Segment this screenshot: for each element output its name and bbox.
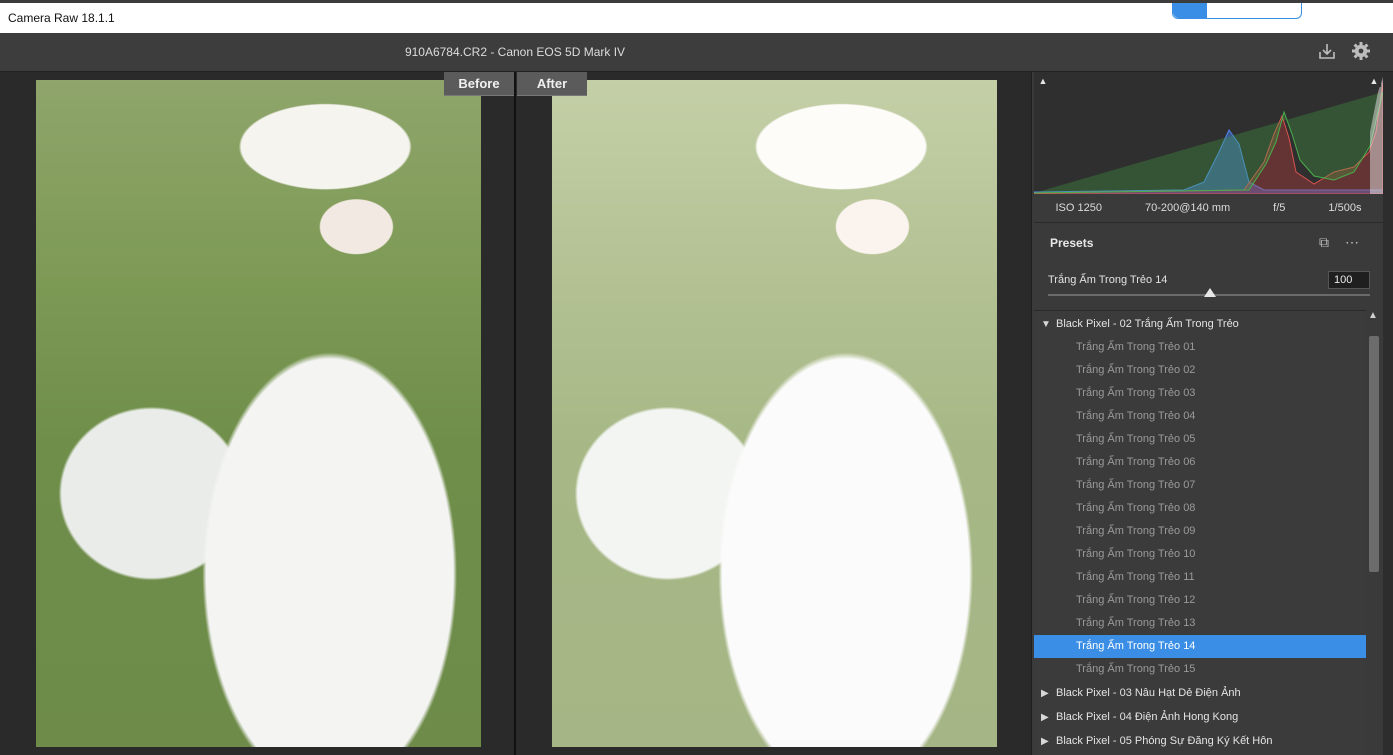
new-preset-icon[interactable]: ⧉: [1319, 234, 1329, 250]
more-options-icon[interactable]: ⋯: [1345, 234, 1359, 250]
exif-aperture: f/5: [1273, 202, 1286, 214]
preset-group[interactable]: ▶ Black Pixel - 04 Điện Ảnh Hong Kong: [1034, 706, 1367, 729]
amount-value-input[interactable]: 100: [1328, 271, 1370, 289]
exif-iso: ISO 1250: [1055, 202, 1102, 214]
shadow-clipping-icon[interactable]: ▲: [1036, 75, 1050, 87]
preset-item[interactable]: Trắng Ấm Trong Trẻo 08: [1034, 497, 1367, 520]
preset-item[interactable]: Trắng Ấm Trong Trẻo 13: [1034, 612, 1367, 635]
presets-title: Presets: [1050, 236, 1094, 250]
presets-header: Presets ⧉ ⋯: [1034, 222, 1392, 262]
chevron-right-icon: ▶: [1041, 712, 1049, 723]
chevron-down-icon: ▼: [1041, 319, 1051, 330]
gear-icon[interactable]: [1350, 41, 1372, 63]
preset-item[interactable]: Trắng Ấm Trong Trẻo 07: [1034, 474, 1367, 497]
overlay-badge: [1172, 3, 1302, 19]
preset-amount: Trắng Ấm Trong Trẻo 14 100: [1034, 262, 1383, 308]
split-divider: [514, 72, 516, 755]
preset-group[interactable]: ▼ Black Pixel - 02 Trắng Ấm Trong Trẻo: [1034, 313, 1367, 336]
preset-item[interactable]: Trắng Ấm Trong Trẻo 06: [1034, 451, 1367, 474]
download-icon[interactable]: [1316, 41, 1338, 63]
image-canvas[interactable]: Before After: [0, 72, 1031, 755]
exif-lens: 70-200@140 mm: [1145, 202, 1231, 214]
chevron-right-icon: ▶: [1041, 736, 1049, 747]
preset-item[interactable]: Trắng Ấm Trong Trẻo 12: [1034, 589, 1367, 612]
preset-item[interactable]: Trắng Ấm Trong Trẻo 09: [1034, 520, 1367, 543]
scroll-up-icon[interactable]: ▲: [1368, 310, 1378, 321]
preset-item-selected[interactable]: Trắng Ấm Trong Trẻo 14: [1034, 635, 1367, 658]
preset-item[interactable]: Trắng Ấm Trong Trẻo 05: [1034, 428, 1367, 451]
preset-item[interactable]: Trắng Ấm Trong Trẻo 01: [1034, 336, 1367, 359]
after-label: After: [517, 72, 587, 96]
window-titlebar: Camera Raw 18.1.1: [0, 0, 1393, 33]
file-info-bar: 910A6784.CR2 - Canon EOS 5D Mark IV: [0, 33, 1393, 72]
highlight-clipping-icon[interactable]: ▲: [1367, 75, 1381, 87]
preset-group[interactable]: ▶ Black Pixel - 05 Phóng Sự Đăng Ký Kết …: [1034, 730, 1367, 753]
preset-item[interactable]: Trắng Ấm Trong Trẻo 02: [1034, 359, 1367, 382]
preset-item[interactable]: Trắng Ấm Trong Trẻo 11: [1034, 566, 1367, 589]
histogram: ▲ ▲: [1033, 72, 1384, 195]
preset-group[interactable]: ▶ Black Pixel - 03 Nâu Hạt Dẻ Điện Ảnh: [1034, 682, 1367, 705]
chevron-right-icon: ▶: [1041, 688, 1049, 699]
before-photo: [36, 80, 481, 747]
exif-info: ISO 1250 70-200@140 mm f/5 1/500s: [1034, 196, 1383, 220]
scrollbar-thumb[interactable]: [1369, 336, 1379, 572]
preset-item[interactable]: Trắng Ấm Trong Trẻo 04: [1034, 405, 1367, 428]
presets-list: ▼ Black Pixel - 02 Trắng Ấm Trong Trẻo T…: [1034, 310, 1367, 755]
before-label: Before: [444, 72, 514, 96]
app-title: Camera Raw 18.1.1: [8, 11, 115, 25]
preset-item[interactable]: Trắng Ấm Trong Trẻo 10: [1034, 543, 1367, 566]
window-edge: [1383, 72, 1393, 755]
amount-label: Trắng Ấm Trong Trẻo 14: [1048, 274, 1168, 286]
after-photo: [552, 80, 997, 747]
file-name: 910A6784.CR2 - Canon EOS 5D Mark IV: [404, 45, 626, 59]
presets-scrollbar[interactable]: ▲: [1366, 310, 1382, 755]
amount-slider-thumb[interactable]: [1204, 288, 1216, 297]
preset-item[interactable]: Trắng Ấm Trong Trẻo 15: [1034, 658, 1367, 681]
right-panel: ▲ ▲ ISO 1250 70-200@140 mm f/5 1/500s Pr…: [1031, 72, 1393, 755]
preset-item[interactable]: Trắng Ấm Trong Trẻo 03: [1034, 382, 1367, 405]
exif-shutter: 1/500s: [1328, 202, 1362, 214]
